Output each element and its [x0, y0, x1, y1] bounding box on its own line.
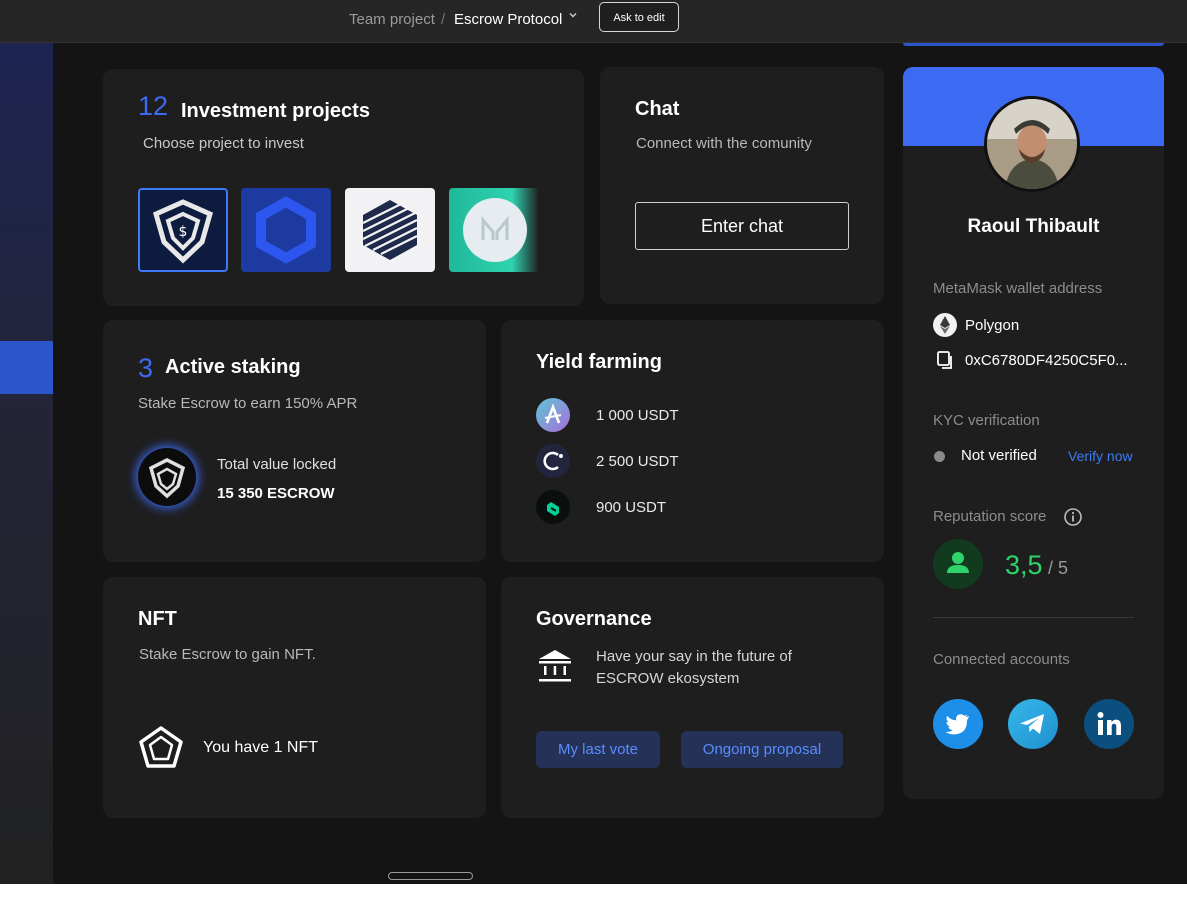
nft-count: You have 1 NFT [203, 739, 319, 756]
status-dot-icon [934, 451, 945, 462]
bottom-margin [0, 884, 1187, 914]
kyc-status: Not verified [961, 447, 1037, 464]
chat-title: Chat [635, 98, 680, 120]
yield-title: Yield farming [536, 351, 662, 373]
investment-count: 12 [138, 91, 169, 121]
governance-card: Governance Have your say in the future o… [501, 577, 884, 818]
cube-logo-tile[interactable] [345, 188, 435, 272]
sidebar-item-active[interactable] [0, 341, 53, 394]
dashboard: 12 Investment projects Choose project to… [0, 43, 1187, 884]
yield-value: 2 500 USDT [596, 453, 679, 470]
governance-text-line2: ESCROW ekosystem [596, 670, 740, 687]
svg-text:$: $ [179, 224, 188, 240]
scroll-handle[interactable] [388, 872, 473, 880]
profile-top-strip [903, 43, 1164, 46]
escrow-token-icon [138, 448, 196, 506]
reputation-label: Reputation score [933, 508, 1047, 525]
aave-icon [536, 398, 570, 432]
investment-title: Investment projects [181, 100, 370, 122]
ethereum-icon [933, 313, 957, 337]
profile-panel: Raoul Thibault MetaMask wallet address P… [903, 67, 1164, 799]
verify-now-link[interactable]: Verify now [1068, 448, 1133, 464]
pentagon-nft-icon [138, 725, 184, 771]
copy-icon[interactable] [935, 350, 955, 370]
breadcrumb-project[interactable]: Escrow Protocol [454, 11, 562, 28]
ongoing-proposal-button[interactable]: Ongoing proposal [681, 731, 843, 768]
staking-count: 3 [138, 353, 154, 383]
investment-projects-card: 12 Investment projects Choose project to… [103, 69, 584, 306]
celo-icon [536, 444, 570, 478]
my-last-vote-button[interactable]: My last vote [536, 731, 660, 768]
info-icon[interactable] [1063, 507, 1083, 527]
compound-icon [536, 490, 570, 524]
top-bar: Team project / Escrow Protocol Ask to ed… [0, 0, 1187, 43]
telegram-icon[interactable] [1008, 699, 1058, 749]
investment-subtitle: Choose project to invest [143, 135, 304, 152]
enter-chat-button[interactable]: Enter chat [635, 202, 849, 250]
kyc-label: KYC verification [933, 412, 1040, 429]
governance-title: Governance [536, 608, 652, 630]
staking-title: Active staking [165, 356, 301, 378]
chat-subtitle: Connect with the comunity [636, 135, 812, 152]
twitter-icon[interactable] [933, 699, 983, 749]
profile-name: Raoul Thibault [967, 216, 1100, 237]
breadcrumb-team[interactable]: Team project [349, 11, 435, 28]
tvl-label: Total value locked [217, 456, 337, 473]
linkedin-icon[interactable] [1084, 699, 1134, 749]
nft-card: NFT Stake Escrow to gain NFT. You have 1… [103, 577, 486, 818]
yield-value: 900 USDT [596, 499, 667, 516]
nft-subtitle: Stake Escrow to gain NFT. [139, 646, 316, 663]
avatar[interactable] [984, 96, 1080, 192]
escrow-logo-tile[interactable]: $ [138, 188, 228, 272]
tvl-value: 15 350 ESCROW [217, 485, 335, 502]
reputation-score: 3,5 [1005, 550, 1043, 580]
chat-card: Chat Connect with the comunity Enter cha… [600, 67, 884, 304]
chevron-down-icon[interactable] [568, 9, 578, 23]
wallet-address[interactable]: 0xC6780DF4250C5F0... [965, 352, 1128, 369]
ask-to-edit-button[interactable]: Ask to edit [599, 2, 679, 32]
bank-icon [536, 647, 574, 685]
staking-subtitle: Stake Escrow to earn 150% APR [138, 395, 358, 412]
breadcrumb-separator: / [441, 11, 446, 28]
chainlink-logo-tile[interactable] [241, 188, 331, 272]
maker-logo-tile[interactable] [449, 188, 539, 272]
sidebar [0, 43, 53, 884]
reputation-max: / 5 [1048, 558, 1069, 578]
yield-value: 1 000 USDT [596, 407, 679, 424]
governance-text-line1: Have your say in the future of [596, 648, 792, 665]
yield-farming-card: Yield farming 1 000 USDT 2 500 USDT 900 … [501, 320, 884, 562]
user-score-icon [933, 539, 983, 589]
divider [933, 617, 1134, 618]
wallet-label: MetaMask wallet address [933, 280, 1103, 297]
nft-title: NFT [138, 608, 177, 630]
active-staking-card: 3 Active staking Stake Escrow to earn 15… [103, 320, 486, 562]
connected-accounts-label: Connected accounts [933, 651, 1070, 668]
wallet-network: Polygon [965, 317, 1020, 334]
